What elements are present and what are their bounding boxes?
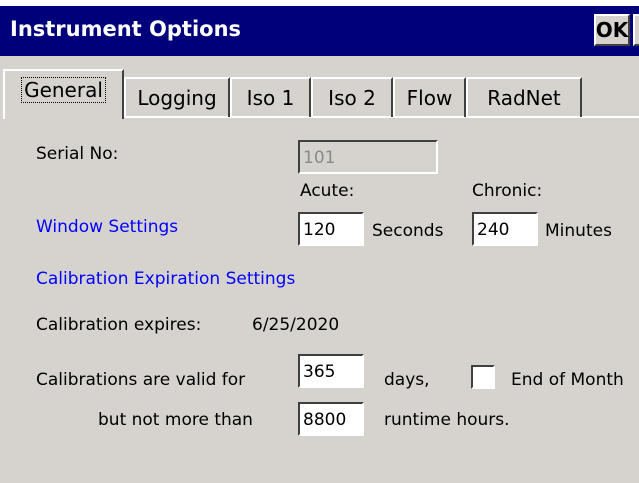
tab-label: Iso 2 (328, 86, 376, 110)
runtime-hours-label: runtime hours. (384, 410, 510, 430)
seconds-label: Seconds (372, 221, 444, 241)
tab-radnet[interactable]: RadNet (466, 77, 582, 117)
close-button[interactable]: × (633, 14, 639, 46)
instrument-options-window: Instrument Options OK × General Logging … (0, 6, 639, 483)
end-of-month-label: End of Month (511, 370, 624, 390)
minutes-label: Minutes (545, 221, 612, 241)
valid-for-label: Calibrations are valid for (36, 370, 246, 390)
calibration-expires-label: Calibration expires: (36, 315, 202, 335)
calibration-expiration-link[interactable]: Calibration Expiration Settings (36, 269, 295, 289)
tab-general[interactable]: General (3, 69, 124, 119)
tab-label: Logging (137, 86, 217, 110)
not-more-than-label: but not more than (98, 410, 253, 430)
ok-button[interactable]: OK (594, 14, 630, 46)
acute-label: Acute: (300, 181, 355, 201)
window-title: Instrument Options (10, 17, 242, 41)
chronic-minutes-field[interactable]: 240 (472, 212, 538, 246)
serial-field: 101 (298, 140, 438, 174)
tab-label: General (21, 77, 106, 103)
days-label: days, (384, 370, 430, 390)
runtime-hours-field[interactable]: 8800 (298, 402, 364, 436)
tab-strip: General Logging Iso 1 Iso 2 Flow RadNet (0, 69, 639, 119)
serial-label: Serial No: (36, 144, 119, 164)
tab-label: RadNet (487, 86, 561, 110)
calibration-expires-value: 6/25/2020 (252, 315, 340, 335)
acute-seconds-field[interactable]: 120 (298, 212, 364, 246)
chronic-label: Chronic: (472, 181, 543, 201)
tab-label: Flow (406, 86, 453, 110)
tab-label: Iso 1 (246, 86, 295, 110)
tab-iso-1[interactable]: Iso 1 (230, 77, 311, 117)
end-of-month-checkbox[interactable] (471, 365, 495, 389)
window-settings-link[interactable]: Window Settings (36, 217, 178, 237)
tab-flow[interactable]: Flow (393, 77, 466, 117)
title-bar: Instrument Options OK × (0, 6, 639, 56)
tab-logging[interactable]: Logging (124, 77, 230, 117)
tab-iso-2[interactable]: Iso 2 (311, 77, 393, 117)
valid-days-field[interactable]: 365 (298, 354, 364, 388)
